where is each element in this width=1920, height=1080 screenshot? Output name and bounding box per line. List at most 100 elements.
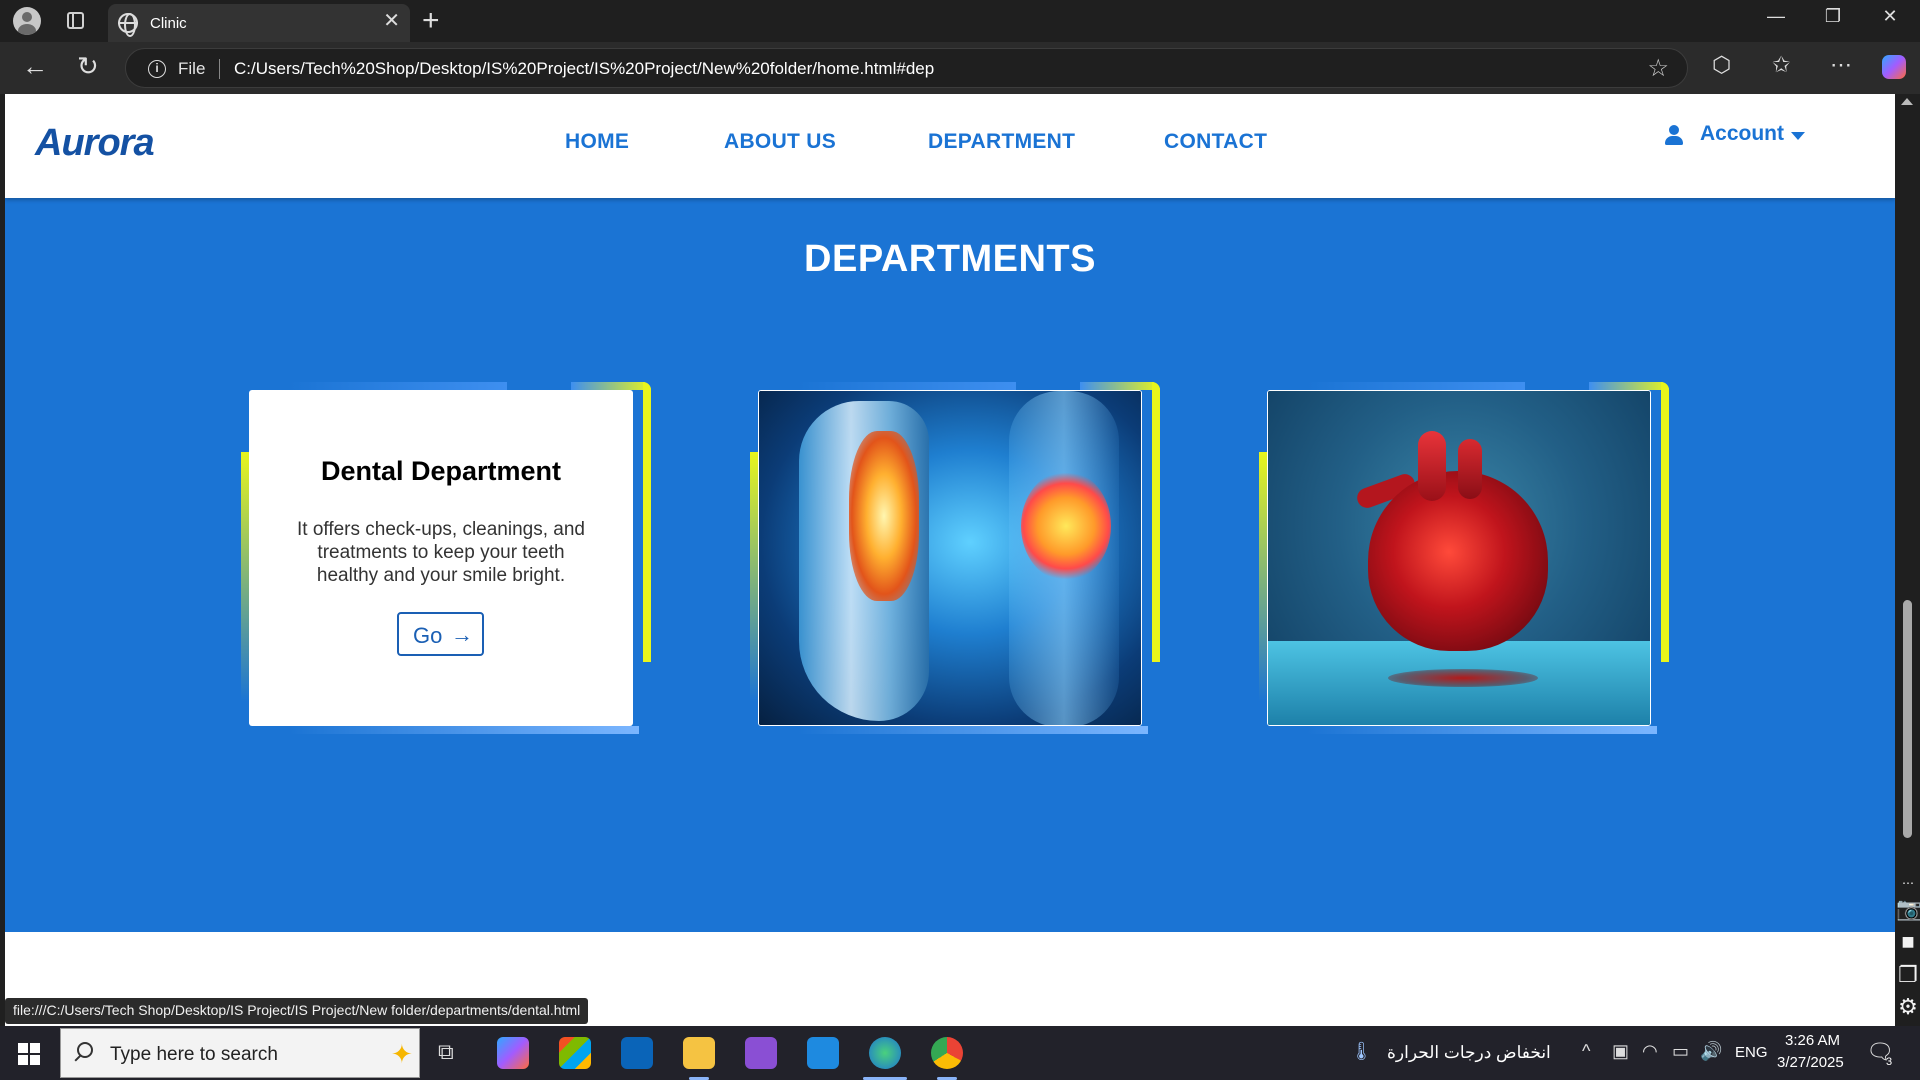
- chrome-app-icon[interactable]: [931, 1037, 963, 1069]
- department-card-knee[interactable]: [750, 382, 1160, 734]
- aurora-logo[interactable]: Aurora: [35, 122, 155, 165]
- card-decoration: [1259, 452, 1267, 702]
- department-card-dental[interactable]: Dental Department It offers check-ups, c…: [241, 382, 651, 734]
- card-decoration: [798, 382, 1016, 390]
- url-divider: [219, 59, 220, 79]
- new-tab-button[interactable]: +: [422, 3, 440, 39]
- clock-time[interactable]: 3:26 AM: [1785, 1032, 1840, 1049]
- thermometer-icon[interactable]: 🌡: [1350, 1041, 1373, 1062]
- profile-avatar-icon[interactable]: [13, 7, 41, 35]
- refresh-icon[interactable]: ↻: [77, 52, 99, 80]
- tab-actions-icon[interactable]: [67, 12, 84, 29]
- tab-title: Clinic: [150, 15, 187, 32]
- more-menu-icon[interactable]: ⋯: [1830, 52, 1852, 78]
- edge-app-icon[interactable]: [869, 1037, 901, 1069]
- departments-title: DEPARTMENTS: [804, 238, 1096, 280]
- nav-contact[interactable]: CONTACT: [1164, 130, 1267, 154]
- heart-vessel-shape: [1418, 431, 1446, 501]
- language-indicator[interactable]: ENG: [1735, 1044, 1768, 1061]
- card-decoration: [289, 382, 507, 390]
- close-window-button[interactable]: ✕: [1870, 6, 1910, 27]
- card-decoration: [1589, 382, 1669, 390]
- nav-home[interactable]: HOME: [565, 130, 629, 154]
- settings-gear-icon[interactable]: ⚙: [1896, 994, 1920, 1020]
- card-decoration: [1307, 726, 1657, 734]
- page-viewport: Aurora HOME ABOUT US DEPARTMENT CONTACT …: [5, 94, 1895, 1026]
- weather-text[interactable]: انخفاض درجات الحرارة: [1387, 1043, 1551, 1063]
- back-icon[interactable]: ←: [22, 52, 48, 80]
- nav-department[interactable]: DEPARTMENT: [928, 130, 1075, 154]
- minimize-button[interactable]: —: [1756, 6, 1796, 27]
- site-header: Aurora HOME ABOUT US DEPARTMENT CONTACT …: [5, 94, 1895, 198]
- card-heading: Dental Department: [320, 456, 562, 486]
- card-decoration: [1080, 382, 1160, 390]
- go-button[interactable]: Go →: [397, 612, 484, 656]
- video-icon[interactable]: ■: [1896, 929, 1920, 955]
- heart-shadow-shape: [1388, 669, 1538, 687]
- card-decoration: [1152, 382, 1160, 662]
- department-card-heart[interactable]: [1259, 382, 1669, 734]
- card-decoration: [1307, 382, 1525, 390]
- status-link-preview: file:///C:/Users/Tech Shop/Desktop/IS Pr…: [5, 998, 589, 1024]
- restore-button[interactable]: ❐: [1813, 6, 1853, 27]
- volume-icon[interactable]: 🔊: [1700, 1041, 1722, 1062]
- arrow-right-icon: →: [451, 622, 473, 647]
- battery-icon[interactable]: ▭: [1672, 1041, 1689, 1062]
- copilot-app-icon[interactable]: [497, 1037, 529, 1069]
- heart-vessel-shape: [1458, 439, 1482, 499]
- copilot-icon[interactable]: [1882, 55, 1906, 79]
- xray-glow-shape: [1021, 471, 1111, 581]
- go-label: Go: [413, 623, 443, 648]
- card-decoration: [643, 382, 651, 662]
- knee-glow-shape: [849, 431, 919, 601]
- browser-tab-clinic[interactable]: Clinic ✕: [108, 4, 410, 42]
- favorite-star-icon[interactable]: ☆: [1647, 54, 1669, 83]
- card-decoration: [289, 726, 639, 734]
- windows-taskbar: Type here to search ✦ ⧉ 🌡 انخفاض درجات ا…: [0, 1026, 1920, 1080]
- file-explorer-icon[interactable]: [683, 1037, 715, 1069]
- caret-down-icon: [1791, 132, 1805, 140]
- scroll-thumb[interactable]: [1903, 600, 1912, 838]
- store-app-icon[interactable]: [559, 1037, 591, 1069]
- globe-icon: [118, 13, 138, 37]
- knee-joint-xray-image: [758, 390, 1142, 726]
- clock-date[interactable]: 3/27/2025: [1777, 1054, 1844, 1071]
- camera-icon[interactable]: 📷: [1896, 896, 1920, 922]
- departments-section: DEPARTMENTS Dental Department It offers …: [5, 198, 1895, 932]
- vscode-icon[interactable]: [807, 1037, 839, 1069]
- tab-close-icon[interactable]: ✕: [383, 11, 400, 31]
- address-bar-row: ← ↻ i File C:/Users/Tech%20Shop/Desktop/…: [0, 42, 1920, 94]
- card-decoration: [750, 452, 758, 702]
- info-icon[interactable]: i: [148, 60, 166, 78]
- wifi-icon[interactable]: ◠: [1642, 1041, 1658, 1062]
- card-decoration: [571, 382, 651, 390]
- card-face: Dental Department It offers check-ups, c…: [249, 390, 633, 726]
- taskbar-search[interactable]: Type here to search ✦: [60, 1028, 420, 1078]
- notification-count: 3: [1886, 1056, 1893, 1068]
- show-hidden-icons[interactable]: ^: [1582, 1041, 1590, 1062]
- visual-studio-icon[interactable]: [745, 1037, 777, 1069]
- crystal-heart-image: [1267, 390, 1651, 726]
- search-placeholder: Type here to search: [110, 1044, 278, 1065]
- meet-icon[interactable]: ▣: [1612, 1041, 1629, 1062]
- account-label: Account: [1700, 122, 1784, 145]
- windows-start-icon[interactable]: [18, 1043, 40, 1065]
- browser-tab-bar: Clinic ✕ + — ❐ ✕: [0, 0, 1920, 42]
- address-bar[interactable]: i File C:/Users/Tech%20Shop/Desktop/IS%2…: [125, 48, 1688, 88]
- side-tools-more-icon[interactable]: ⋯: [1896, 876, 1920, 890]
- card-decoration: [1661, 382, 1669, 662]
- card-decoration: [798, 726, 1148, 734]
- heart-shape: [1368, 471, 1548, 651]
- extensions-icon[interactable]: ⬡: [1712, 52, 1731, 78]
- scroll-up-icon[interactable]: [1901, 98, 1913, 105]
- scheme-label: File: [178, 59, 206, 78]
- favorites-icon[interactable]: ✩: [1772, 52, 1790, 78]
- windows-icon[interactable]: ❐: [1896, 962, 1920, 988]
- search-icon: [77, 1042, 93, 1058]
- sparkle-icon: ✦: [391, 1039, 413, 1069]
- url-text[interactable]: C:/Users/Tech%20Shop/Desktop/IS%20Projec…: [234, 59, 934, 79]
- nav-about-us[interactable]: ABOUT US: [724, 130, 836, 154]
- outlook-app-icon[interactable]: [621, 1037, 653, 1069]
- task-view-icon[interactable]: ⧉: [438, 1039, 454, 1065]
- card-description: It offers check-ups, cleanings, and trea…: [297, 519, 585, 586]
